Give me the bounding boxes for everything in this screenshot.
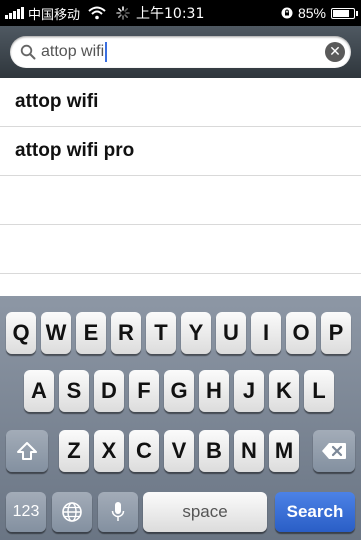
key-j[interactable]: J (234, 370, 264, 412)
key-b[interactable]: B (199, 430, 229, 472)
space-key[interactable]: space (143, 492, 267, 532)
signal-strength-icon (5, 7, 24, 19)
key-z[interactable]: Z (59, 430, 89, 472)
battery-percent: 85% (297, 5, 326, 21)
key-m[interactable]: M (269, 430, 299, 472)
key-k[interactable]: K (269, 370, 299, 412)
key-y[interactable]: Y (181, 312, 211, 354)
key-f[interactable]: F (129, 370, 159, 412)
key-a[interactable]: A (24, 370, 54, 412)
key-d[interactable]: D (94, 370, 124, 412)
shift-arrow-icon (17, 442, 37, 460)
wifi-icon (88, 6, 106, 20)
search-query-text: attop wifi (41, 43, 105, 60)
key-c[interactable]: C (129, 430, 159, 472)
key-r[interactable]: R (111, 312, 141, 354)
microphone-icon (111, 502, 125, 521)
suggestion-item[interactable]: attop wifi (0, 78, 361, 127)
battery-icon (331, 7, 358, 19)
clock-time: 上午10:31 (136, 6, 205, 22)
globe-key[interactable] (52, 492, 92, 532)
orientation-lock-icon (281, 7, 293, 19)
key-t[interactable]: T (146, 312, 176, 354)
key-s[interactable]: S (59, 370, 89, 412)
text-cursor (105, 42, 108, 62)
empty-row (0, 176, 361, 225)
key-g[interactable]: G (164, 370, 194, 412)
clear-x-icon[interactable]: ✕ (325, 42, 345, 62)
key-i[interactable]: I (251, 312, 281, 354)
dictation-key[interactable] (98, 492, 138, 532)
key-o[interactable]: O (286, 312, 316, 354)
suggestion-item[interactable]: attop wifi pro (0, 127, 361, 176)
search-icon (20, 44, 36, 60)
keyboard: Q W E R T Y U I O P A S D F G H J K L Z … (0, 296, 361, 540)
key-w[interactable]: W (41, 312, 71, 354)
shift-key[interactable] (6, 430, 48, 472)
key-x[interactable]: X (94, 430, 124, 472)
empty-row (0, 225, 361, 274)
search-bar: attop wifi ✕ (0, 26, 361, 78)
delete-key[interactable] (313, 430, 355, 472)
key-q[interactable]: Q (6, 312, 36, 354)
key-h[interactable]: H (199, 370, 229, 412)
key-e[interactable]: E (76, 312, 106, 354)
key-p[interactable]: P (321, 312, 351, 354)
backspace-icon (322, 443, 346, 459)
key-v[interactable]: V (164, 430, 194, 472)
status-bar: 中国移动 上午10:31 85% (0, 0, 361, 26)
numbers-key[interactable]: 123 (6, 492, 46, 532)
key-u[interactable]: U (216, 312, 246, 354)
key-l[interactable]: L (304, 370, 334, 412)
suggestion-list: attop wifi attop wifi pro (0, 78, 361, 296)
key-n[interactable]: N (234, 430, 264, 472)
globe-icon (62, 502, 82, 522)
search-input[interactable]: attop wifi ✕ (10, 36, 351, 68)
search-key[interactable]: Search (275, 492, 355, 532)
activity-spinner-icon (116, 6, 130, 20)
carrier-name: 中国移动 (28, 7, 81, 23)
